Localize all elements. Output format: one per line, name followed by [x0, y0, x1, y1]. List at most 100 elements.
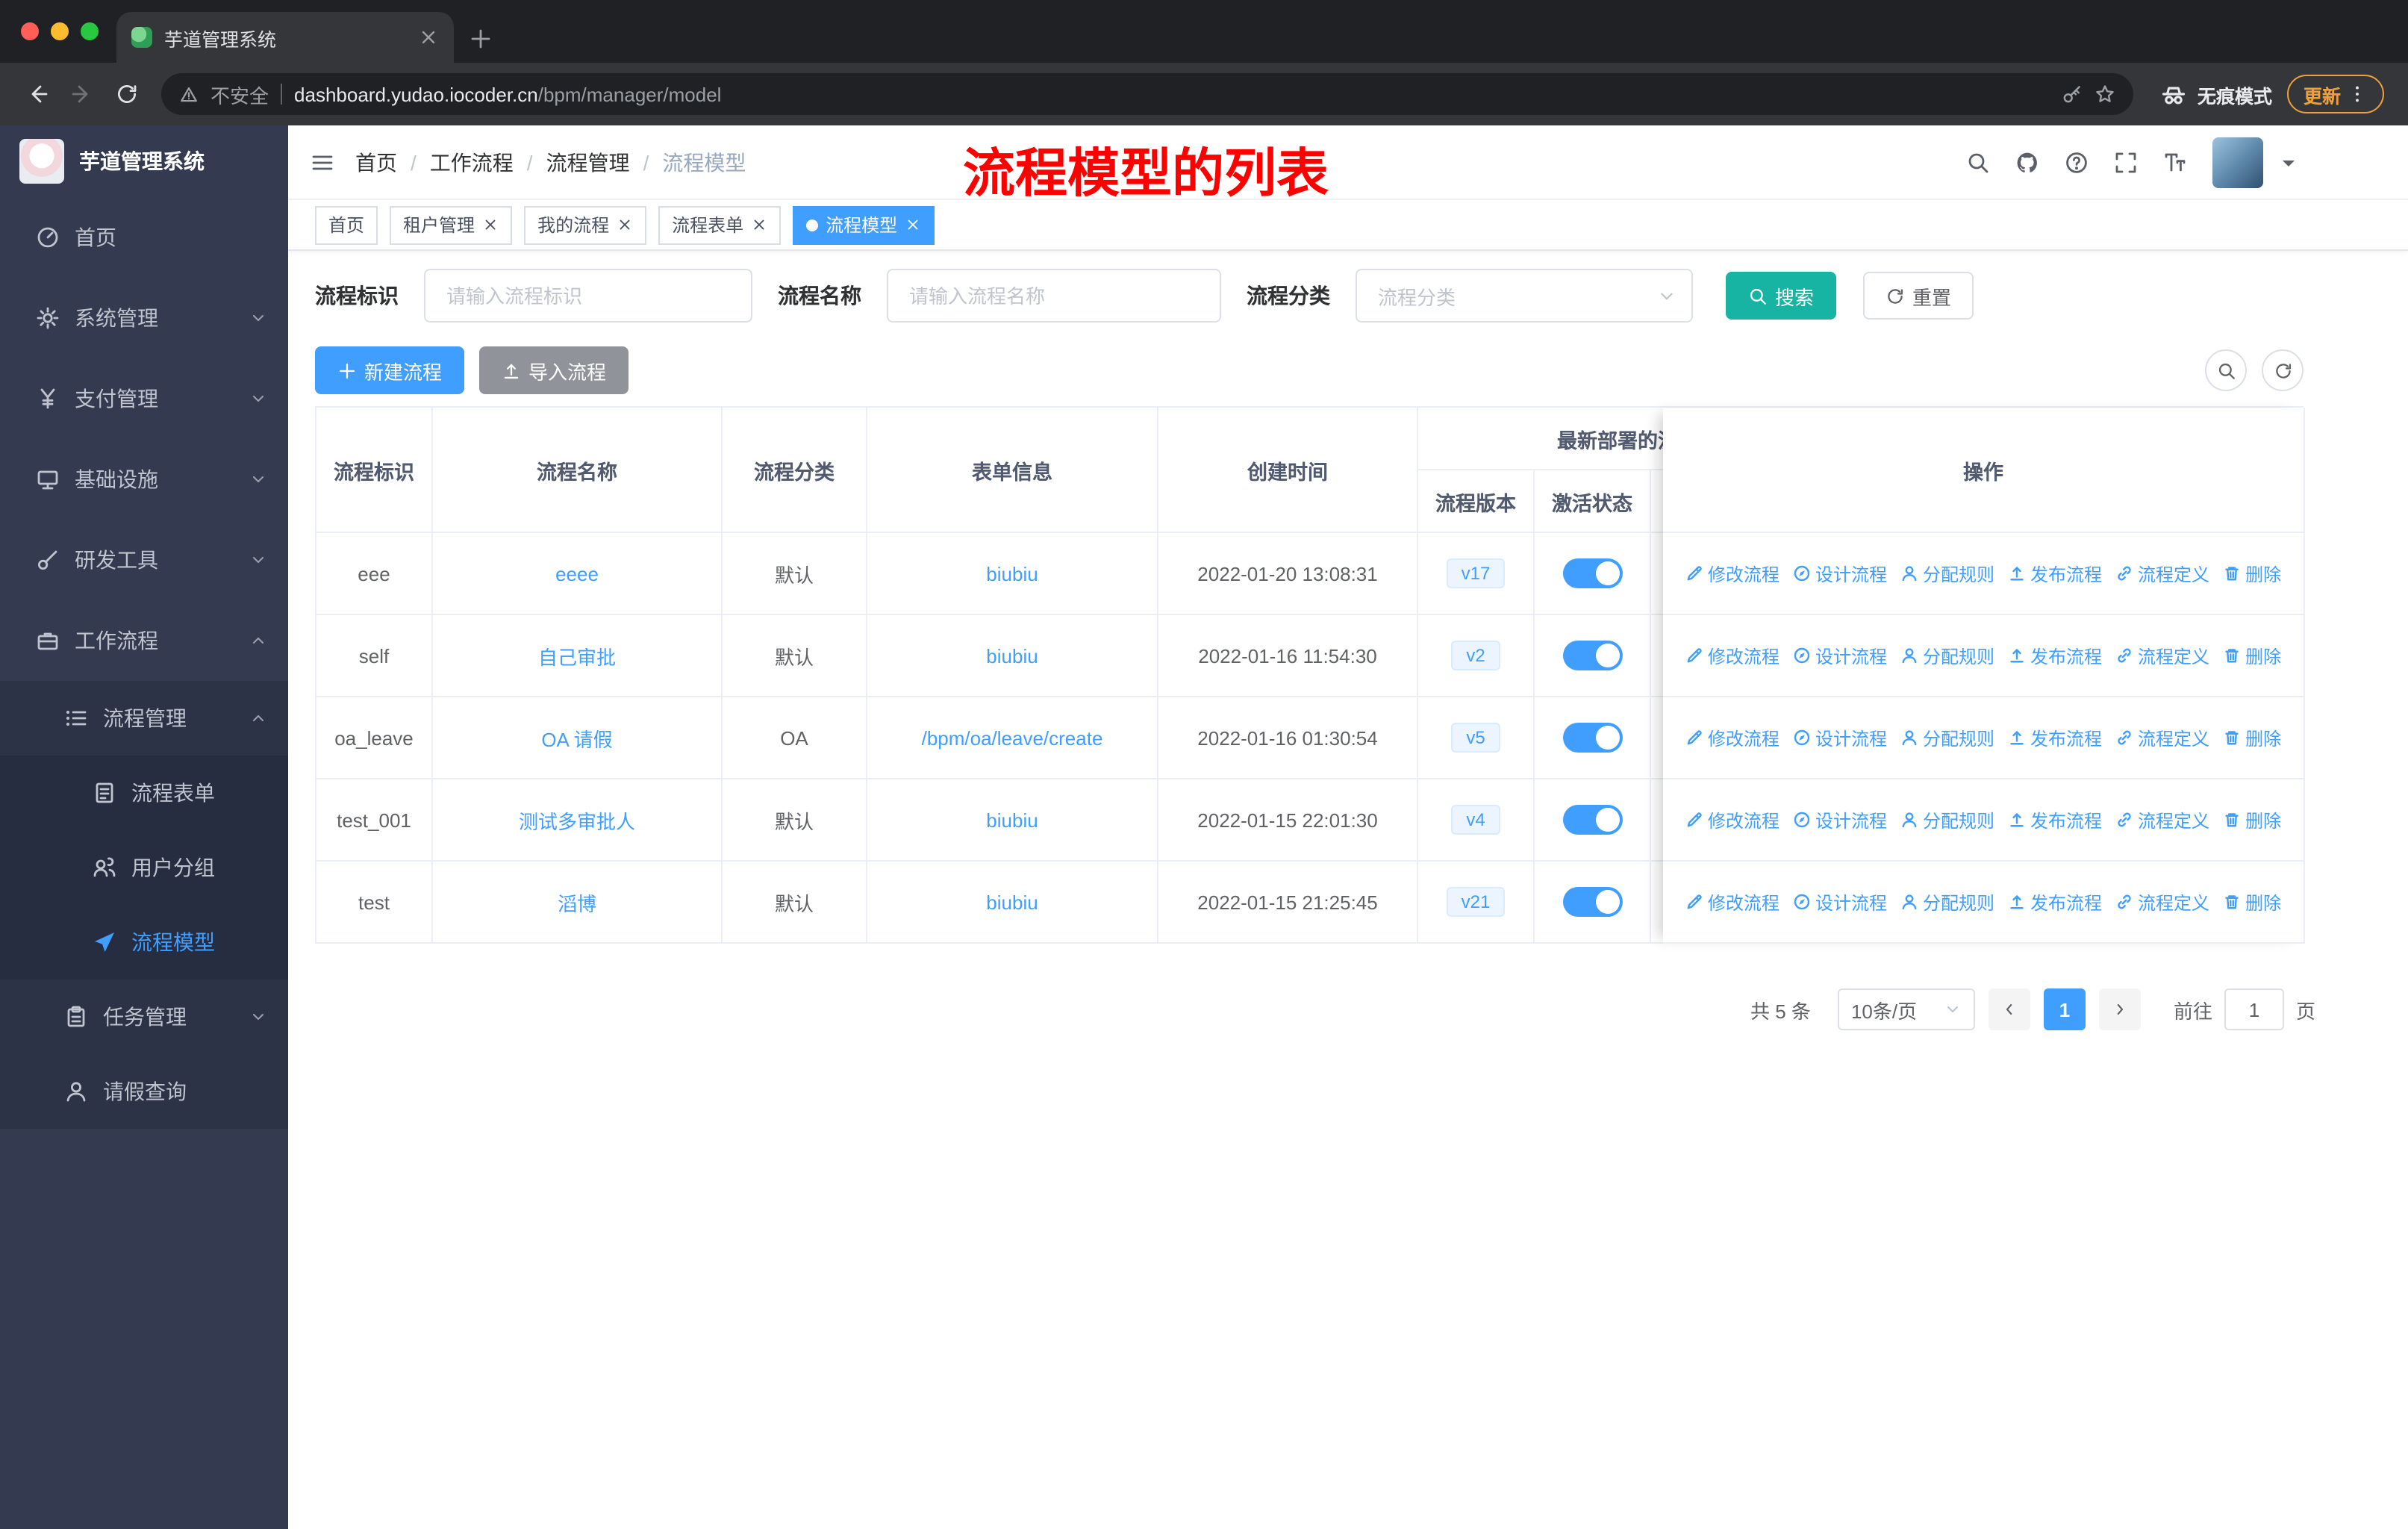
sidebar-item-payment[interactable]: 支付管理: [0, 358, 288, 439]
reload-button[interactable]: [105, 72, 149, 116]
action-assign[interactable]: 分配规则: [1900, 643, 1994, 668]
bookmark-star-icon[interactable]: [2094, 84, 2115, 105]
tab-close-icon[interactable]: [418, 27, 439, 48]
active-toggle[interactable]: [1562, 887, 1622, 917]
new-tab-button[interactable]: [469, 27, 493, 51]
avatar-caret-icon[interactable]: [2277, 150, 2301, 174]
font-size-icon[interactable]: [2163, 150, 2187, 174]
close-icon[interactable]: [617, 217, 633, 233]
maximize-window-button[interactable]: [81, 22, 99, 40]
action-publish[interactable]: 发布流程: [2008, 807, 2102, 832]
action-edit[interactable]: 修改流程: [1685, 643, 1780, 668]
process-name-link[interactable]: 滔博: [433, 862, 723, 944]
process-name-link[interactable]: OA 请假: [433, 697, 723, 779]
sidebar-item-process-form[interactable]: 流程表单: [0, 756, 288, 830]
sidebar-item-process-model[interactable]: 流程模型: [0, 905, 288, 980]
sidebar-item-task-management[interactable]: 任务管理: [0, 980, 288, 1054]
reset-button[interactable]: 重置: [1863, 272, 1974, 320]
page-1-button[interactable]: 1: [2043, 988, 2086, 1030]
tag-home[interactable]: 首页: [315, 205, 378, 244]
action-design[interactable]: 设计流程: [1793, 889, 1887, 915]
action-design[interactable]: 设计流程: [1793, 561, 1887, 586]
sidebar-item-home[interactable]: 首页: [0, 197, 288, 278]
form-info-link[interactable]: biubiu: [867, 862, 1158, 944]
action-publish[interactable]: 发布流程: [2008, 725, 2102, 750]
action-edit[interactable]: 修改流程: [1685, 561, 1780, 586]
fullscreen-icon[interactable]: [2114, 150, 2138, 174]
action-delete[interactable]: 删除: [2223, 889, 2281, 915]
goto-page-input[interactable]: [2224, 988, 2284, 1030]
action-design[interactable]: 设计流程: [1793, 807, 1887, 832]
tag-process-form[interactable]: 流程表单: [658, 205, 782, 244]
close-icon[interactable]: [751, 217, 767, 233]
action-delete[interactable]: 删除: [2223, 643, 2281, 668]
action-publish[interactable]: 发布流程: [2008, 889, 2102, 915]
action-design[interactable]: 设计流程: [1793, 643, 1887, 668]
prev-page-button[interactable]: [1988, 988, 2030, 1030]
action-assign[interactable]: 分配规则: [1900, 807, 1994, 832]
browser-update-button[interactable]: 更新: [2286, 75, 2384, 113]
toggle-search-button[interactable]: [2205, 349, 2247, 391]
browser-menu-icon[interactable]: [2347, 84, 2368, 105]
form-info-link[interactable]: /bpm/oa/leave/create: [867, 697, 1158, 779]
action-assign[interactable]: 分配规则: [1900, 561, 1994, 586]
action-edit[interactable]: 修改流程: [1685, 889, 1780, 915]
minimize-window-button[interactable]: [51, 22, 69, 40]
sidebar-item-infrastructure[interactable]: 基础设施: [0, 439, 288, 520]
action-definition[interactable]: 流程定义: [2115, 561, 2209, 586]
user-avatar[interactable]: [2212, 137, 2263, 187]
help-icon[interactable]: [2065, 150, 2089, 174]
action-design[interactable]: 设计流程: [1793, 725, 1887, 750]
action-delete[interactable]: 删除: [2223, 561, 2281, 586]
forward-button[interactable]: [60, 72, 105, 116]
tag-my-process[interactable]: 我的流程: [524, 205, 647, 244]
process-name-input[interactable]: [887, 269, 1221, 323]
page-size-select[interactable]: 10条/页: [1837, 988, 1975, 1030]
close-icon[interactable]: [482, 217, 499, 233]
process-name-link[interactable]: 自己审批: [433, 615, 723, 697]
action-edit[interactable]: 修改流程: [1685, 725, 1780, 750]
action-publish[interactable]: 发布流程: [2008, 561, 2102, 586]
action-definition[interactable]: 流程定义: [2115, 725, 2209, 750]
form-info-link[interactable]: biubiu: [867, 533, 1158, 615]
tag-process-model[interactable]: 流程模型: [793, 205, 935, 244]
import-process-button[interactable]: 导入流程: [479, 346, 629, 394]
active-toggle[interactable]: [1562, 558, 1622, 588]
collapse-menu-icon[interactable]: [311, 150, 334, 174]
action-edit[interactable]: 修改流程: [1685, 807, 1780, 832]
sidebar-item-devtools[interactable]: 研发工具: [0, 520, 288, 600]
password-key-icon[interactable]: [2062, 84, 2083, 105]
action-definition[interactable]: 流程定义: [2115, 643, 2209, 668]
process-name-link[interactable]: eeee: [433, 533, 723, 615]
action-definition[interactable]: 流程定义: [2115, 889, 2209, 915]
category-select[interactable]: 流程分类: [1356, 269, 1693, 323]
sidebar-item-workflow[interactable]: 工作流程: [0, 600, 288, 681]
breadcrumb-home[interactable]: 首页: [355, 147, 397, 177]
action-assign[interactable]: 分配规则: [1900, 725, 1994, 750]
github-icon[interactable]: [2015, 150, 2039, 174]
active-toggle[interactable]: [1562, 641, 1622, 670]
sidebar-item-leave-query[interactable]: 请假查询: [0, 1054, 288, 1129]
sidebar-item-system[interactable]: 系统管理: [0, 278, 288, 358]
back-button[interactable]: [15, 72, 60, 116]
action-delete[interactable]: 删除: [2223, 725, 2281, 750]
close-window-button[interactable]: [21, 22, 39, 40]
close-icon[interactable]: [905, 217, 921, 233]
process-name-link[interactable]: 测试多审批人: [433, 779, 723, 862]
active-toggle[interactable]: [1562, 805, 1622, 835]
breadcrumb-process-management[interactable]: 流程管理: [546, 147, 630, 177]
search-button[interactable]: 搜索: [1726, 272, 1837, 320]
process-id-input[interactable]: [424, 269, 752, 323]
search-icon[interactable]: [1966, 150, 1990, 174]
refresh-table-button[interactable]: [2262, 349, 2303, 391]
action-assign[interactable]: 分配规则: [1900, 889, 1994, 915]
create-process-button[interactable]: 新建流程: [315, 346, 465, 394]
action-delete[interactable]: 删除: [2223, 807, 2281, 832]
breadcrumb-workflow[interactable]: 工作流程: [430, 147, 514, 177]
sidebar-item-process-management[interactable]: 流程管理: [0, 681, 288, 756]
tag-tenant[interactable]: 租户管理: [390, 205, 513, 244]
action-definition[interactable]: 流程定义: [2115, 807, 2209, 832]
address-bar[interactable]: 不安全 dashboard.yudao.iocoder.cn/bpm/manag…: [161, 73, 2133, 115]
active-toggle[interactable]: [1562, 723, 1622, 753]
next-page-button[interactable]: [2098, 988, 2141, 1030]
